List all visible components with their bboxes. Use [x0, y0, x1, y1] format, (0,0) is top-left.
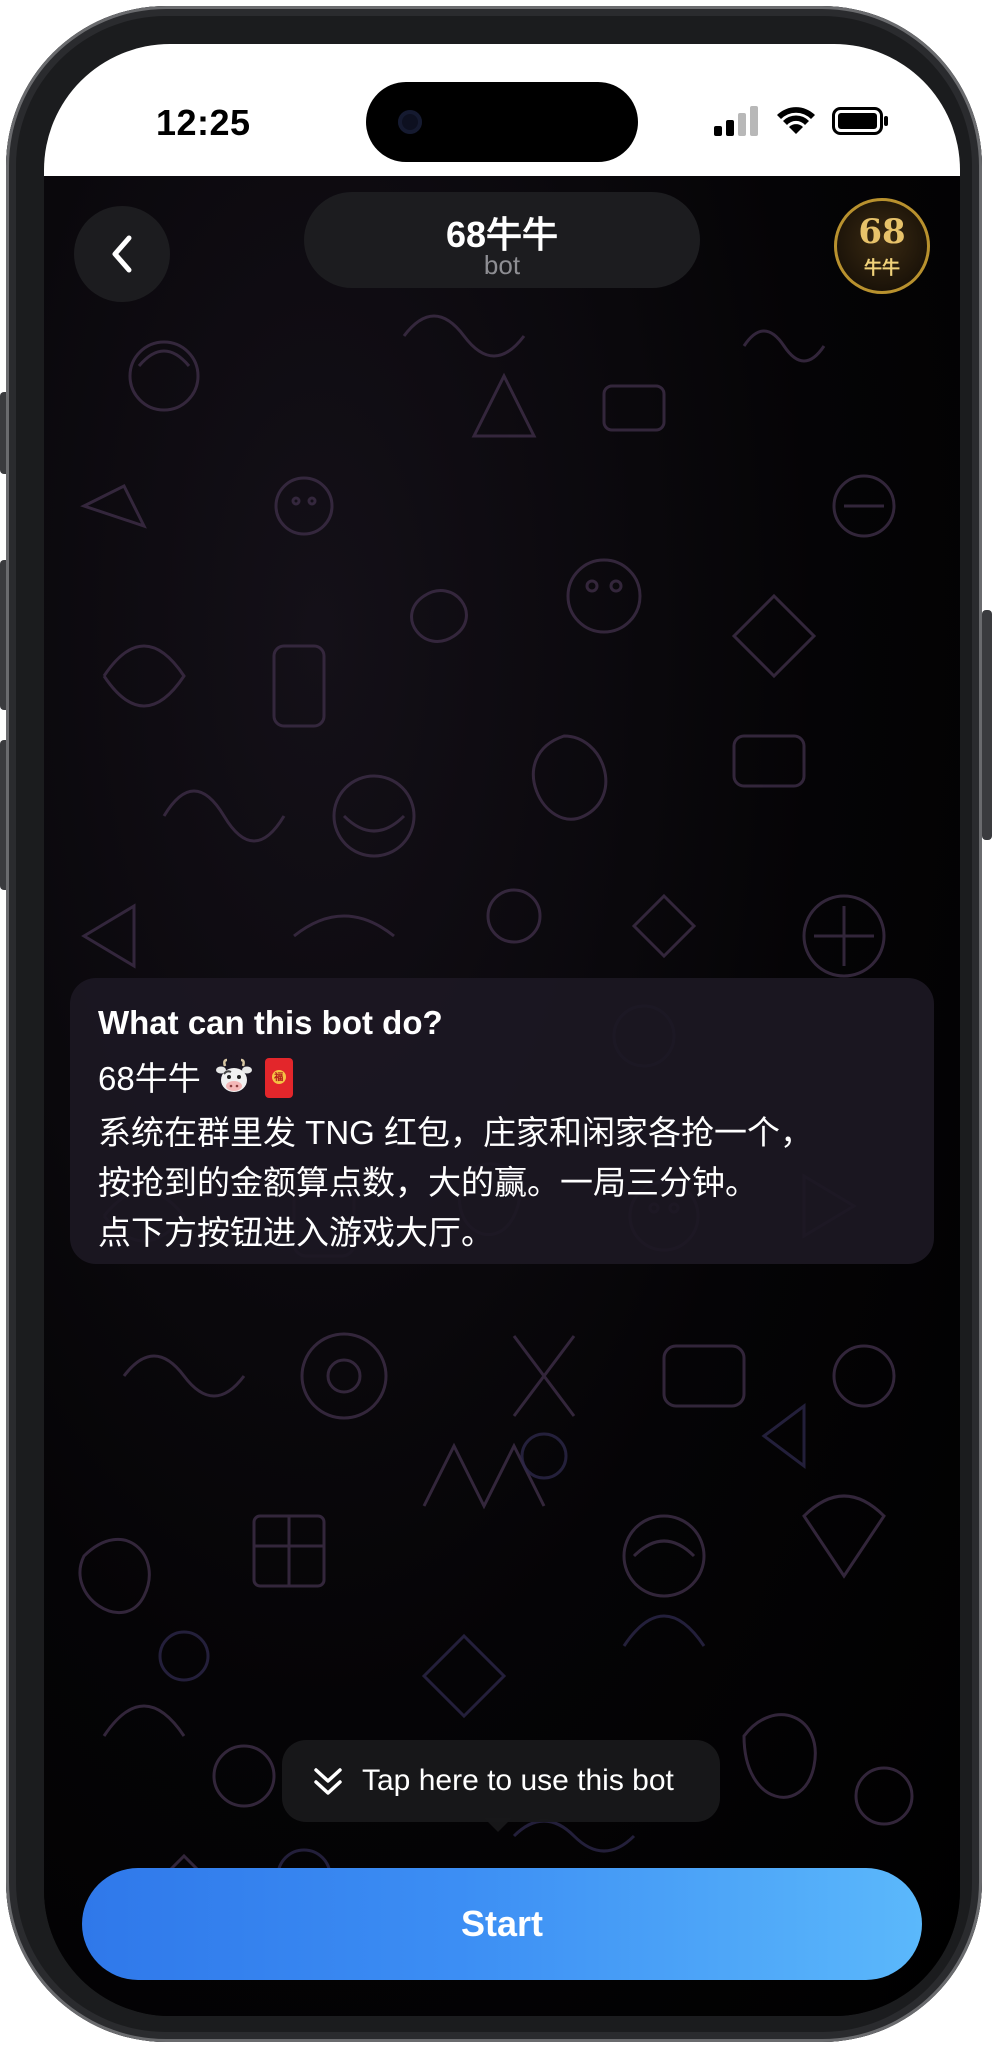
status-time: 12:25	[156, 102, 251, 143]
cow-face-icon	[215, 1058, 252, 1092]
status-icons	[714, 104, 890, 138]
start-button[interactable]: Start	[82, 1868, 922, 1980]
battery-icon	[832, 107, 888, 135]
bot-description-card: What can this bot do? 68牛牛 福 系统在群里发 TNG …	[70, 978, 934, 1264]
bot-name-line: 68牛牛 福	[98, 1052, 293, 1100]
chat-title-pill[interactable]: 68牛牛 bot	[304, 192, 700, 288]
chat-subtitle: bot	[483, 250, 521, 280]
start-button-label: Start	[460, 1903, 544, 1944]
chevron-left-icon	[112, 235, 132, 273]
wifi-icon	[777, 107, 815, 134]
status-bar: 12:25	[44, 44, 960, 176]
description-line-2: 按抢到的金额算点数，大的赢。一局三分钟。	[98, 1164, 758, 1201]
chat-area[interactable]: 68牛牛 bot 68 牛牛 What can this bot do? 68牛…	[44, 176, 960, 2016]
phone-frame: 12:25 68牛牛 bot 68 牛牛 What can this bot d…	[6, 6, 982, 2042]
dynamic-island	[366, 82, 638, 162]
double-chevron-down-icon	[314, 1768, 342, 1795]
back-button[interactable]	[74, 206, 170, 302]
cellular-signal-icon	[714, 106, 758, 136]
start-hint-text: Tap here to use this bot	[362, 1764, 674, 1797]
bot-avatar[interactable]: 68 牛牛	[834, 198, 930, 294]
tooltip-tail	[484, 1818, 512, 1832]
front-camera	[398, 110, 422, 134]
bot-description-heading: What can this bot do?	[98, 1004, 443, 1041]
red-envelope-icon: 福	[264, 1058, 293, 1098]
start-hint-tooltip[interactable]: Tap here to use this bot	[282, 1740, 720, 1822]
bot-name: 68牛牛	[98, 1060, 201, 1097]
avatar-text: 牛牛	[864, 258, 900, 278]
description-line-1: 系统在群里发 TNG 红包，庄家和闲家各抢一个，	[98, 1114, 813, 1151]
description-line-3: 点下方按钮进入游戏大厅。	[98, 1214, 494, 1251]
power-button	[982, 610, 992, 840]
phone-screen: 12:25 68牛牛 bot 68 牛牛 What can this bot d…	[44, 44, 960, 2016]
avatar-number: 68	[858, 212, 906, 252]
